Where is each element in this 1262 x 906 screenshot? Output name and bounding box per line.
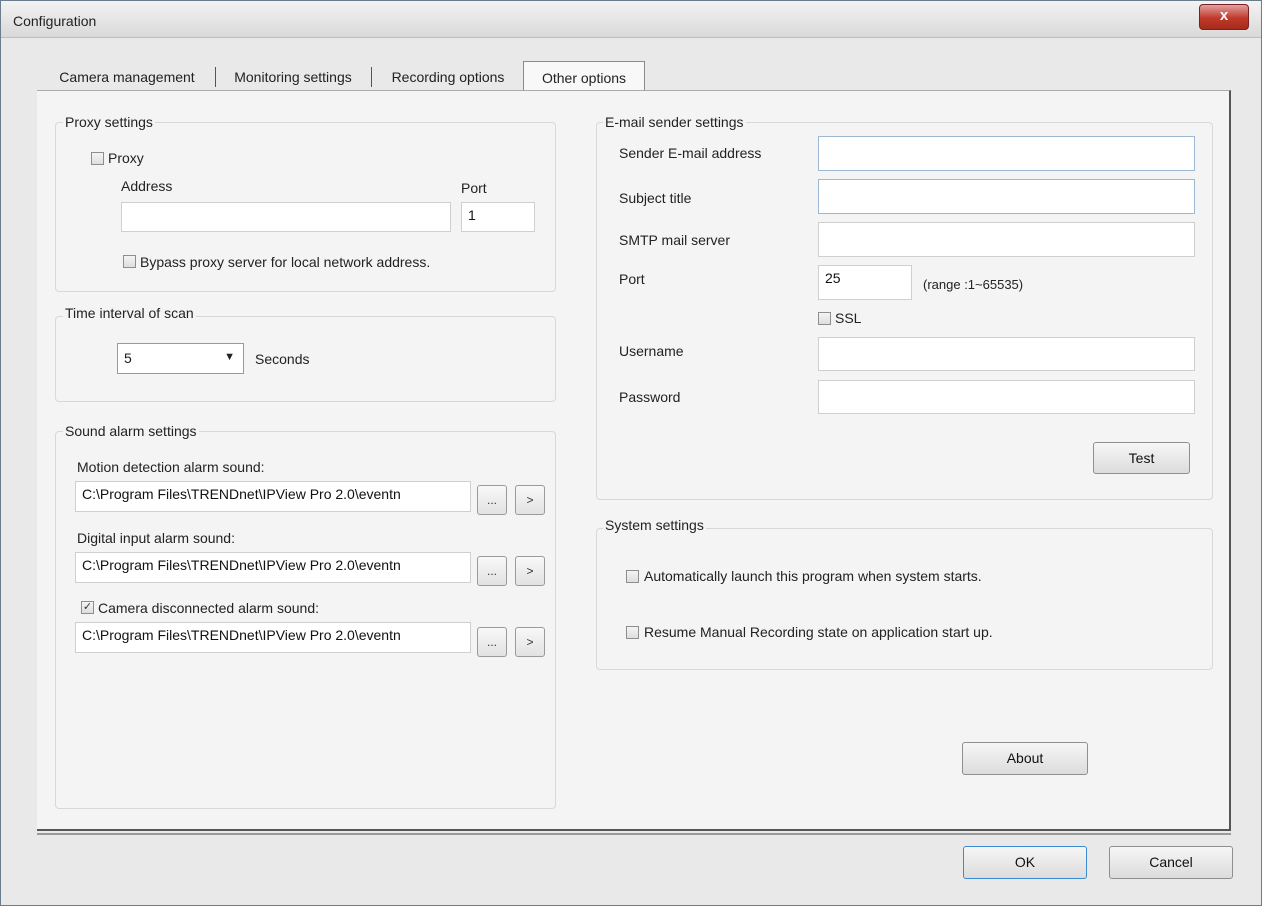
title-bar[interactable]: Configuration x — [1, 1, 1261, 38]
proxy-address-label: Address — [121, 178, 173, 194]
camera-disconnected-browse-button[interactable]: ... — [477, 627, 507, 657]
sender-email-input[interactable] — [818, 136, 1195, 171]
digital-alarm-browse-button[interactable]: ... — [477, 556, 507, 586]
close-icon: x — [1219, 7, 1229, 24]
sender-email-label: Sender E-mail address — [619, 145, 762, 161]
bypass-proxy-checkbox[interactable] — [123, 255, 136, 268]
smtp-server-label: SMTP mail server — [619, 232, 730, 248]
autolaunch-label: Automatically launch this program when s… — [644, 568, 982, 584]
proxy-checkbox-label: Proxy — [108, 150, 144, 166]
ssl-label: SSL — [835, 310, 862, 326]
camera-disconnected-checkbox[interactable]: ✓ — [81, 601, 94, 614]
motion-alarm-play-button[interactable]: > — [515, 485, 545, 515]
configuration-window: Configuration x Camera management Monito… — [0, 0, 1262, 906]
system-settings-label: System settings — [603, 517, 706, 533]
email-settings-label: E-mail sender settings — [603, 114, 746, 130]
system-settings-group — [596, 528, 1213, 670]
sound-alarm-label: Sound alarm settings — [63, 423, 199, 439]
username-label: Username — [619, 343, 684, 359]
close-button[interactable]: x — [1199, 4, 1249, 30]
subject-title-input[interactable] — [818, 179, 1195, 214]
tab-separator — [371, 67, 372, 87]
resume-recording-label: Resume Manual Recording state on applica… — [644, 624, 993, 640]
resume-recording-checkbox[interactable] — [626, 626, 639, 639]
tab-monitoring-settings[interactable]: Monitoring settings — [217, 63, 369, 91]
scan-interval-label: Time interval of scan — [63, 305, 196, 321]
about-button[interactable]: About — [962, 742, 1088, 775]
chevron-down-icon: ▼ — [224, 351, 235, 363]
email-port-range-hint: (range :1~65535) — [923, 277, 1024, 292]
motion-alarm-browse-button[interactable]: ... — [477, 485, 507, 515]
proxy-port-label: Port — [461, 180, 487, 196]
tab-separator — [215, 67, 216, 87]
camera-disconnected-label: Camera disconnected alarm sound: — [98, 600, 320, 616]
camera-disconnected-path-input[interactable]: C:\Program Files\TRENDnet\IPView Pro 2.0… — [75, 622, 471, 653]
footer-divider — [37, 833, 1231, 835]
digital-alarm-path-input[interactable]: C:\Program Files\TRENDnet\IPView Pro 2.0… — [75, 552, 471, 583]
scan-interval-value: 5 — [124, 350, 132, 366]
tab-recording-options[interactable]: Recording options — [374, 63, 522, 91]
smtp-server-input[interactable] — [818, 222, 1195, 257]
proxy-checkbox[interactable] — [91, 152, 104, 165]
cancel-button[interactable]: Cancel — [1109, 846, 1233, 879]
digital-alarm-label: Digital input alarm sound: — [77, 530, 235, 546]
email-port-label: Port — [619, 271, 645, 287]
digital-alarm-play-button[interactable]: > — [515, 556, 545, 586]
proxy-port-input[interactable]: 1 — [461, 202, 535, 232]
subject-title-label: Subject title — [619, 190, 692, 206]
proxy-settings-label: Proxy settings — [63, 114, 155, 130]
window-title: Configuration — [13, 13, 97, 29]
autolaunch-checkbox[interactable] — [626, 570, 639, 583]
tab-other-options[interactable]: Other options — [523, 61, 645, 92]
password-input[interactable] — [818, 380, 1195, 414]
bypass-proxy-label: Bypass proxy server for local network ad… — [140, 254, 431, 270]
ssl-checkbox[interactable] — [818, 312, 831, 325]
camera-disconnected-play-button[interactable]: > — [515, 627, 545, 657]
motion-alarm-path-input[interactable]: C:\Program Files\TRENDnet\IPView Pro 2.0… — [75, 481, 471, 512]
motion-alarm-label: Motion detection alarm sound: — [77, 459, 265, 475]
tab-camera-management[interactable]: Camera management — [41, 63, 213, 91]
password-label: Password — [619, 389, 681, 405]
proxy-address-input[interactable] — [121, 202, 451, 232]
scan-interval-unit: Seconds — [255, 351, 310, 367]
username-input[interactable] — [818, 337, 1195, 371]
ok-button[interactable]: OK — [963, 846, 1087, 879]
scan-interval-select[interactable]: 5 ▼ — [117, 343, 244, 374]
test-button[interactable]: Test — [1093, 442, 1190, 474]
email-port-input[interactable]: 25 — [818, 265, 912, 300]
